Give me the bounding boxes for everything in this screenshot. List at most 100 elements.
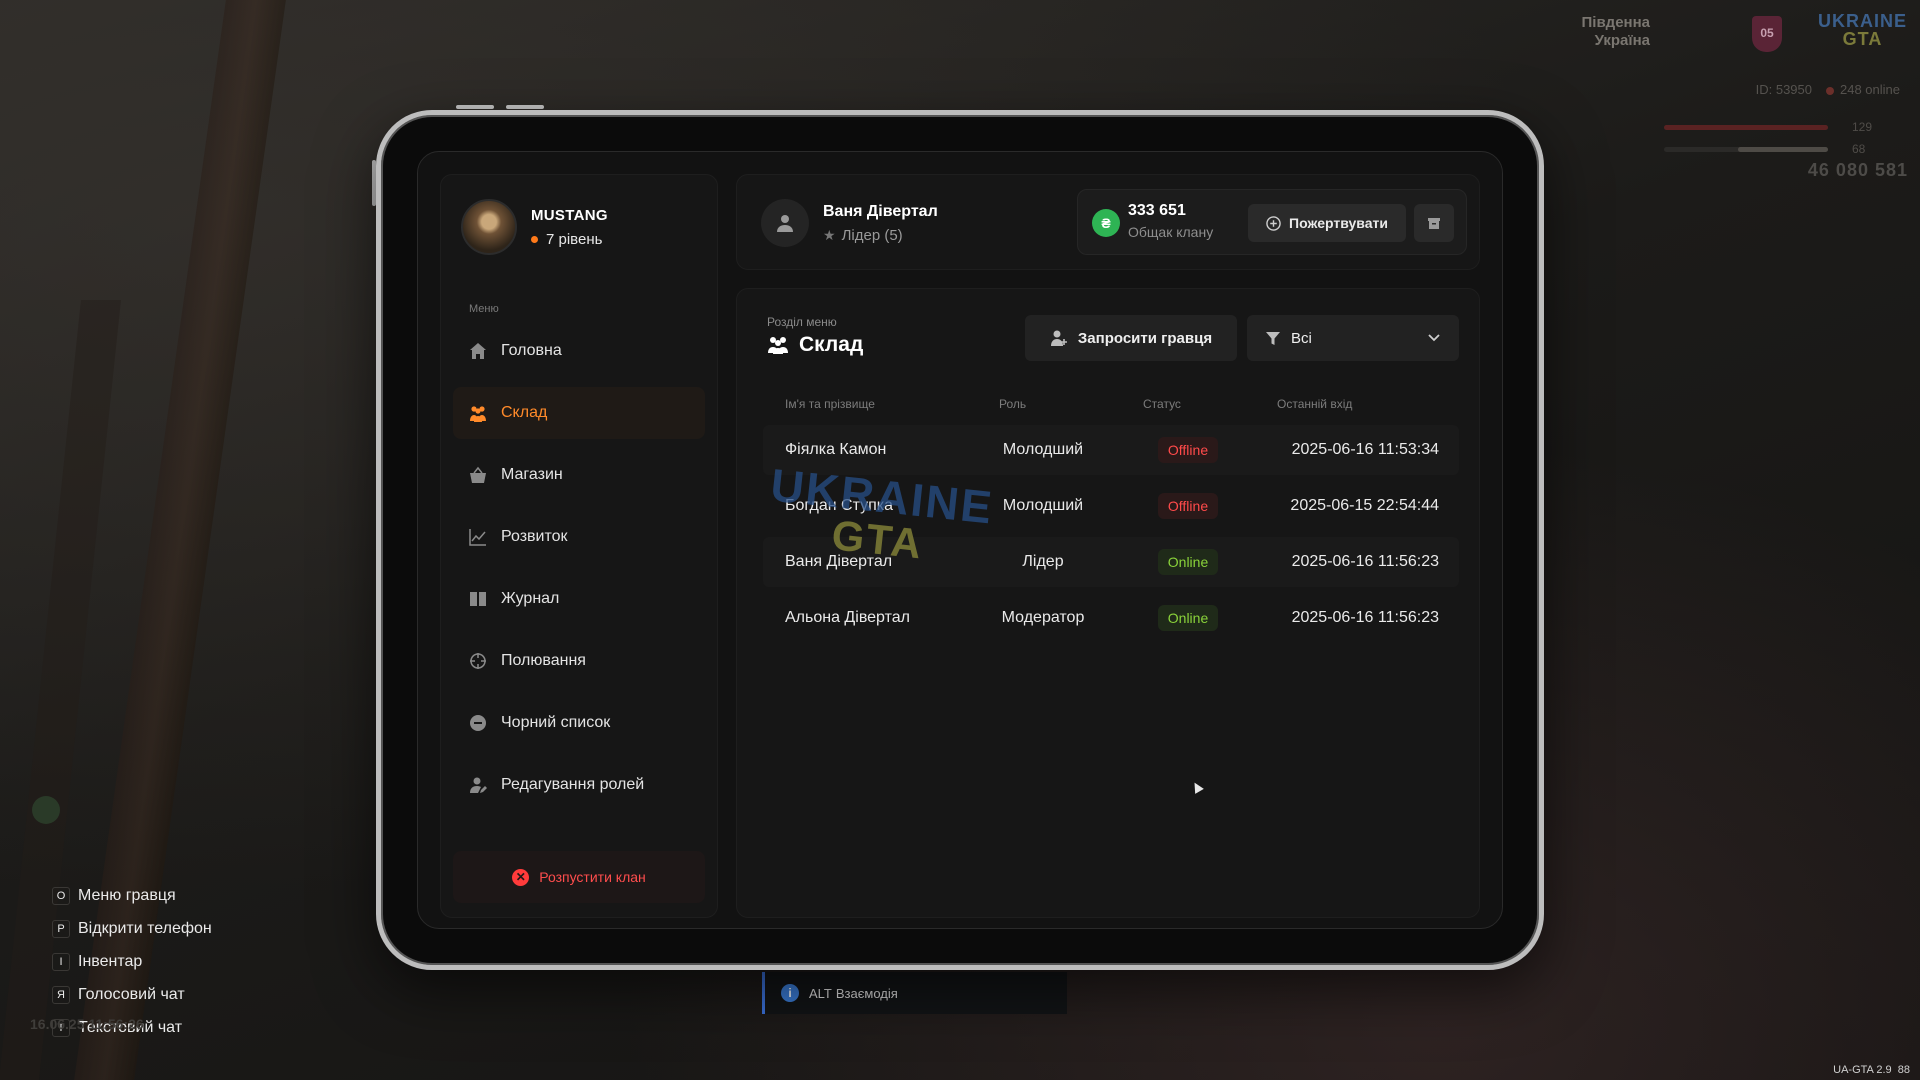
hotkey-key: P bbox=[52, 919, 70, 938]
menu-title: Меню bbox=[469, 303, 499, 315]
star-icon: ★ bbox=[823, 226, 836, 243]
health-bar bbox=[1664, 125, 1828, 130]
chevron-down-icon bbox=[1428, 334, 1440, 342]
sidebar-item-6[interactable]: Полювання bbox=[453, 635, 705, 687]
section-subtitle: Розділ меню bbox=[767, 315, 837, 329]
member-last-login: 2025-06-16 11:56:23 bbox=[1291, 553, 1439, 570]
armor-bar bbox=[1664, 147, 1828, 152]
hotkey-row: O Меню гравця bbox=[30, 882, 212, 909]
currency-icon: ₴ bbox=[1092, 209, 1120, 237]
hotkey-key: Я bbox=[52, 985, 70, 1004]
sidebar-item-4[interactable]: Розвиток bbox=[453, 511, 705, 563]
crosshair-icon bbox=[469, 652, 487, 670]
member-status-cell: Offline bbox=[1123, 493, 1253, 519]
status-badge: Offline bbox=[1157, 437, 1219, 463]
donate-button[interactable]: Пожертвувати bbox=[1248, 204, 1406, 242]
sidebar-item-1[interactable]: Головна bbox=[453, 325, 705, 377]
basket-icon bbox=[469, 466, 487, 484]
hotkey-row: I Інвентар bbox=[30, 948, 212, 975]
member-name: Альона Дівертал bbox=[785, 609, 910, 626]
sidebar-item-5[interactable]: Журнал bbox=[453, 573, 705, 625]
health-bar-fill bbox=[1664, 125, 1828, 130]
member-name: Богдан Ступка bbox=[785, 497, 894, 514]
members-icon bbox=[768, 337, 788, 354]
dissolve-clan-button[interactable]: ✕ Розпустити клан bbox=[453, 851, 705, 903]
status-badge: Offline bbox=[1157, 493, 1219, 519]
member-role: Молодший bbox=[1002, 441, 1084, 458]
online-count-label: 248 online bbox=[1840, 82, 1900, 97]
clan-name: MUSTANG bbox=[531, 206, 608, 224]
header-card: Ваня Дівертал ★ Лідер (5) ₴ 333 651 Обща… bbox=[736, 174, 1480, 270]
bank-history-button[interactable] bbox=[1414, 204, 1454, 242]
sidebar-item-2[interactable]: Склад bbox=[453, 387, 705, 439]
minus-circle-icon bbox=[469, 714, 487, 732]
hotkey-row: Я Голосовий чат bbox=[30, 981, 212, 1008]
add-user-icon bbox=[1050, 330, 1067, 346]
sidebar-item-3[interactable]: Магазин bbox=[453, 449, 705, 501]
player-id: ID: 53950 bbox=[1755, 82, 1812, 97]
online-count: 248 online bbox=[1826, 82, 1900, 97]
hud-region-line: Південна bbox=[1581, 14, 1651, 31]
armor-value: 68 bbox=[1852, 142, 1866, 156]
table-row[interactable]: Богдан Ступка Молодший Offline 2025-06-15 2… bbox=[763, 481, 1459, 531]
user-role: ★ Лідер (5) bbox=[823, 227, 938, 244]
sidebar-item-7[interactable]: Чорний список bbox=[453, 697, 705, 749]
hud-region-name: Південна Україна bbox=[1582, 14, 1651, 50]
table-row[interactable]: Ваня Дівертал Лідер Online 2025-06-16 11:56… bbox=[763, 537, 1459, 587]
book-icon bbox=[469, 590, 487, 608]
interaction-hint: i ALT Взаємодія bbox=[762, 972, 1067, 1014]
members-icon bbox=[469, 404, 487, 422]
user-name: Ваня Дівертал bbox=[823, 202, 938, 220]
filter-icon bbox=[1266, 332, 1280, 345]
member-status-cell: Online bbox=[1123, 605, 1253, 631]
member-name: Ваня Дівертал bbox=[785, 553, 893, 570]
bank-label: Общак клану bbox=[1128, 224, 1214, 240]
member-last-login: 2025-06-16 11:56:23 bbox=[1291, 609, 1439, 626]
user-edit-icon bbox=[469, 776, 487, 794]
server-logo: UKRAINE GTA bbox=[1818, 12, 1907, 48]
clan-avatar bbox=[461, 199, 517, 255]
sidebar-item-label: Редагування ролей bbox=[501, 776, 645, 793]
server-logo-line: GTA bbox=[1842, 29, 1883, 49]
members-table: Ім'я та прізвище Роль Статус Останній вхід … bbox=[763, 389, 1459, 643]
clan-profile: MUSTANG 7 рівень bbox=[461, 199, 608, 255]
hotkey-row: P Відкрити телефон bbox=[30, 915, 212, 942]
hotkey-key: I bbox=[52, 952, 70, 971]
map-pin-icon bbox=[32, 796, 60, 824]
tablet-volume-button bbox=[506, 105, 544, 109]
status-filter-select[interactable]: Всі bbox=[1247, 315, 1459, 361]
region-badge-icon: 05 bbox=[1752, 16, 1782, 52]
sidebar-item-label: Склад bbox=[501, 404, 548, 421]
version-label: UA-GTA 2.9 bbox=[1833, 1064, 1892, 1076]
table-row[interactable]: Фіялка Камон Молодший Offline 2025-06-16 11… bbox=[763, 425, 1459, 475]
sidebar-item-8[interactable]: Редагування ролей bbox=[453, 759, 705, 811]
chart-icon bbox=[469, 528, 487, 546]
tablet-frame: MUSTANG 7 рівень Меню Головна Склад Магази… bbox=[376, 110, 1544, 970]
armor-bar-fill bbox=[1737, 147, 1828, 152]
hotkey-label: Інвентар bbox=[78, 952, 143, 970]
column-header: Ім'я та прізвище bbox=[785, 397, 875, 411]
close-circle-icon: ✕ bbox=[512, 868, 530, 886]
fps-counter: 88 bbox=[1897, 1064, 1910, 1076]
current-user: Ваня Дівертал ★ Лідер (5) bbox=[761, 199, 938, 247]
hotkey-key: O bbox=[52, 886, 70, 905]
column-header: Роль bbox=[999, 397, 1027, 411]
online-dot-icon bbox=[1826, 86, 1834, 95]
sidebar-item-label: Журнал bbox=[501, 590, 560, 607]
invite-player-button[interactable]: Запросити гравця bbox=[1025, 315, 1237, 361]
info-icon: i bbox=[781, 984, 799, 1002]
user-avatar-icon bbox=[761, 199, 809, 247]
version-info: UA-GTA 2.9 88 bbox=[1833, 1064, 1910, 1076]
table-row[interactable]: Альона Дівертал Модератор Online 2025-06-16… bbox=[763, 593, 1459, 643]
table-header: Ім'я та прізвище Роль Статус Останній вхід bbox=[763, 389, 1459, 419]
hint-label: Взаємодія bbox=[835, 985, 898, 1001]
column-header: Статус bbox=[1143, 397, 1181, 411]
filter-value: Всі bbox=[1291, 329, 1312, 347]
donate-label: Пожертвувати bbox=[1289, 215, 1388, 231]
member-role: Молодший bbox=[1002, 497, 1084, 514]
sidebar-item-label: Розвиток bbox=[501, 528, 568, 545]
hint-key: ALT bbox=[809, 985, 832, 1001]
sidebar: MUSTANG 7 рівень Меню Головна Склад Магази… bbox=[440, 174, 718, 918]
health-value: 129 bbox=[1852, 120, 1873, 134]
hotkey-label: Відкрити телефон bbox=[78, 919, 212, 937]
